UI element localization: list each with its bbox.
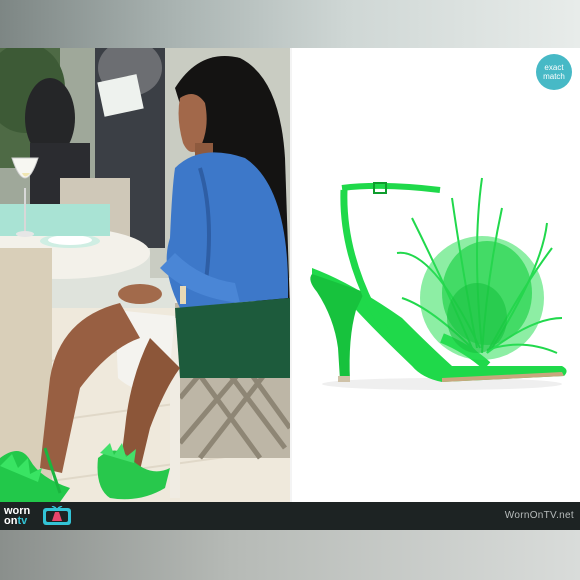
badge-line2: match [543,72,565,81]
product-panel: exact match [292,48,580,502]
top-blur-band [0,0,580,48]
scene-photo [0,48,290,502]
feather-sandal-product [310,177,567,390]
scene-illustration [0,48,290,502]
exact-match-badge: exact match [536,54,572,90]
footer-bar: worn ontv WornOnTV.net [0,502,580,530]
watermark-text: WornOnTV.net [504,510,574,521]
logo-word-on: on [4,515,18,527]
logo-text: worn ontv [4,506,40,527]
logo-word-tv: tv [17,515,28,527]
wornontv-logo[interactable]: worn ontv [4,504,72,528]
badge-line1: exact [544,63,564,72]
dress-tv-icon [42,506,72,526]
bottom-blur-band [0,530,580,580]
